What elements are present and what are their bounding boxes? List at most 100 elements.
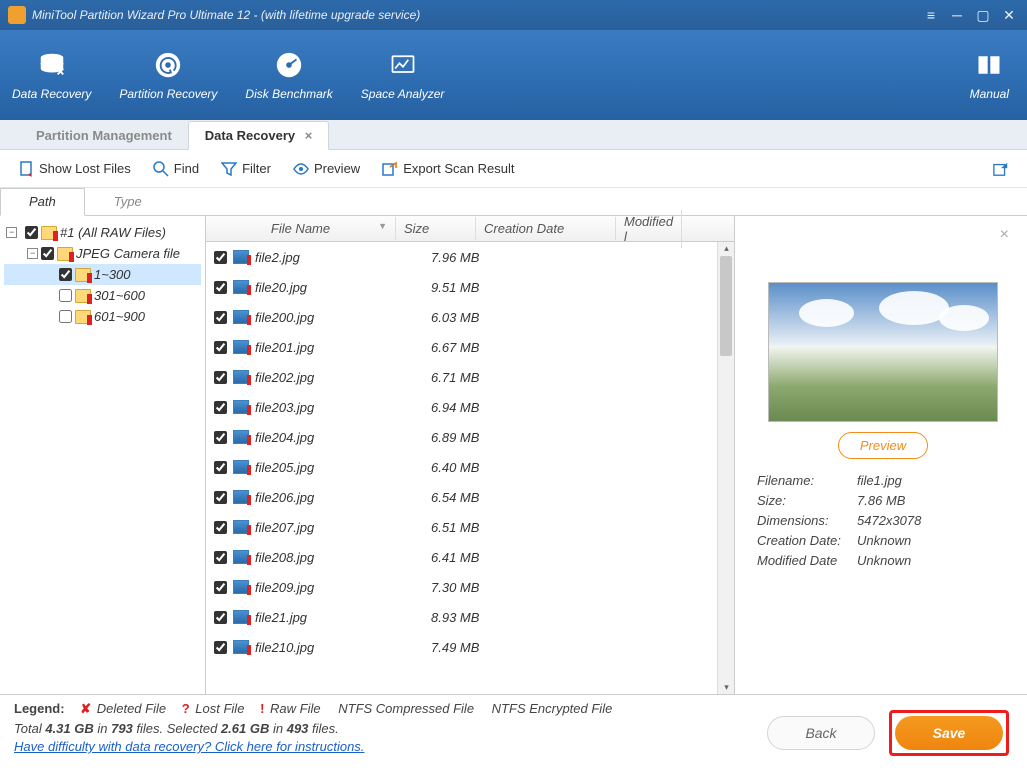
file-name: file204.jpg bbox=[255, 430, 431, 445]
table-row[interactable]: file21.jpg8.93 MB bbox=[206, 602, 717, 632]
tree-r2-checkbox[interactable] bbox=[59, 289, 72, 302]
action-bar: Show Lost Files Find Filter Preview Expo… bbox=[0, 150, 1027, 188]
tab-data-recovery[interactable]: Data Recovery × bbox=[188, 121, 330, 150]
partition-recovery-label: Partition Recovery bbox=[119, 87, 217, 101]
find-button[interactable]: Find bbox=[153, 161, 199, 177]
space-analyzer-button[interactable]: Space Analyzer bbox=[361, 49, 445, 101]
tree-r3-checkbox[interactable] bbox=[59, 310, 72, 323]
row-checkbox[interactable] bbox=[214, 491, 227, 504]
close-button[interactable]: ✕ bbox=[999, 5, 1019, 25]
tree-range-3[interactable]: 601~900 bbox=[4, 306, 201, 327]
file-icon bbox=[233, 460, 249, 474]
table-row[interactable]: file200.jpg6.03 MB bbox=[206, 302, 717, 332]
row-checkbox[interactable] bbox=[214, 461, 227, 474]
tree-root-label: #1 (All RAW Files) bbox=[60, 225, 166, 240]
preview-action-button[interactable]: Preview bbox=[293, 161, 360, 177]
row-checkbox[interactable] bbox=[214, 431, 227, 444]
lost-icon: ? bbox=[182, 701, 190, 716]
manual-label: Manual bbox=[970, 87, 1009, 101]
tree-jpeg[interactable]: − JPEG Camera file bbox=[4, 243, 201, 264]
row-checkbox[interactable] bbox=[214, 641, 227, 654]
col-size[interactable]: Size bbox=[396, 217, 476, 240]
legend: Legend: ✘ Deleted File ? Lost File ! Raw… bbox=[14, 701, 767, 717]
file-size: 6.41 MB bbox=[431, 550, 511, 565]
minimize-button[interactable]: ─ bbox=[947, 5, 967, 25]
filter-button[interactable]: Filter bbox=[221, 161, 271, 177]
table-row[interactable]: file208.jpg6.41 MB bbox=[206, 542, 717, 572]
menu-icon[interactable]: ≡ bbox=[921, 5, 941, 25]
row-checkbox[interactable] bbox=[214, 611, 227, 624]
table-row[interactable]: file206.jpg6.54 MB bbox=[206, 482, 717, 512]
help-link[interactable]: Have difficulty with data recovery? Clic… bbox=[14, 739, 767, 754]
table-row[interactable]: file210.jpg7.49 MB bbox=[206, 632, 717, 662]
table-row[interactable]: file209.jpg7.30 MB bbox=[206, 572, 717, 602]
row-checkbox[interactable] bbox=[214, 551, 227, 564]
row-checkbox[interactable] bbox=[214, 251, 227, 264]
row-checkbox[interactable] bbox=[214, 581, 227, 594]
tree-root-checkbox[interactable] bbox=[25, 226, 38, 239]
tree-range-2[interactable]: 301~600 bbox=[4, 285, 201, 306]
back-button[interactable]: Back bbox=[767, 716, 875, 750]
tree-jpeg-checkbox[interactable] bbox=[41, 247, 54, 260]
table-row[interactable]: file202.jpg6.71 MB bbox=[206, 362, 717, 392]
manual-icon bbox=[973, 49, 1005, 81]
footer: Legend: ✘ Deleted File ? Lost File ! Raw… bbox=[0, 694, 1027, 770]
table-row[interactable]: file204.jpg6.89 MB bbox=[206, 422, 717, 452]
tree-range-1[interactable]: 1~300 bbox=[4, 264, 201, 285]
manual-button[interactable]: Manual bbox=[970, 49, 1009, 101]
row-checkbox[interactable] bbox=[214, 281, 227, 294]
meta-dim-val: 5472x3078 bbox=[857, 513, 921, 528]
data-recovery-button[interactable]: Data Recovery bbox=[12, 49, 91, 101]
row-checkbox[interactable] bbox=[214, 311, 227, 324]
eye-icon bbox=[293, 161, 309, 177]
file-size: 6.67 MB bbox=[431, 340, 511, 355]
partition-recovery-button[interactable]: Partition Recovery bbox=[119, 49, 217, 101]
table-row[interactable]: file20.jpg9.51 MB bbox=[206, 272, 717, 302]
scroll-down-icon[interactable]: ▾ bbox=[721, 682, 732, 693]
export-button[interactable]: Export Scan Result bbox=[382, 161, 514, 177]
col-creation-date[interactable]: Creation Date bbox=[476, 217, 616, 240]
row-checkbox[interactable] bbox=[214, 341, 227, 354]
table-row[interactable]: file201.jpg6.67 MB bbox=[206, 332, 717, 362]
preview-button[interactable]: Preview bbox=[838, 432, 928, 459]
folder-icon bbox=[57, 247, 73, 261]
tab-data-recovery-label: Data Recovery bbox=[205, 128, 295, 143]
show-lost-files-button[interactable]: Show Lost Files bbox=[18, 161, 131, 177]
tree-root[interactable]: − #1 (All RAW Files) bbox=[4, 222, 201, 243]
collapse-icon[interactable]: − bbox=[6, 227, 17, 238]
table-row[interactable]: file207.jpg6.51 MB bbox=[206, 512, 717, 542]
meta-filename-val: file1.jpg bbox=[857, 473, 902, 488]
table-row[interactable]: file2.jpg7.96 MB bbox=[206, 242, 717, 272]
row-checkbox[interactable] bbox=[214, 371, 227, 384]
tree-panel: − #1 (All RAW Files) − JPEG Camera file … bbox=[0, 216, 206, 694]
meta-size-key: Size: bbox=[757, 493, 857, 508]
col-filename[interactable]: File Name▼ bbox=[206, 217, 396, 240]
file-icon bbox=[233, 520, 249, 534]
share-button[interactable] bbox=[993, 161, 1009, 177]
scroll-thumb[interactable] bbox=[720, 256, 732, 356]
table-row[interactable]: file203.jpg6.94 MB bbox=[206, 392, 717, 422]
tab-close-icon[interactable]: × bbox=[305, 128, 313, 143]
disk-benchmark-button[interactable]: Disk Benchmark bbox=[245, 49, 332, 101]
meta-cdate-val: Unknown bbox=[857, 533, 911, 548]
file-name: file207.jpg bbox=[255, 520, 431, 535]
save-button[interactable]: Save bbox=[895, 716, 1003, 750]
filter-icon bbox=[221, 161, 237, 177]
row-checkbox[interactable] bbox=[214, 401, 227, 414]
row-checkbox[interactable] bbox=[214, 521, 227, 534]
maximize-button[interactable]: ▢ bbox=[973, 5, 993, 25]
save-highlight: Save bbox=[889, 710, 1009, 756]
tab-type[interactable]: Type bbox=[85, 188, 171, 215]
tab-partition-management[interactable]: Partition Management bbox=[20, 122, 188, 149]
collapse-icon[interactable]: − bbox=[27, 248, 38, 259]
data-recovery-label: Data Recovery bbox=[12, 87, 91, 101]
scroll-up-icon[interactable]: ▴ bbox=[721, 243, 732, 254]
preview-close-icon[interactable]: × bbox=[1000, 226, 1009, 244]
tab-path[interactable]: Path bbox=[0, 188, 85, 216]
tree-r1-checkbox[interactable] bbox=[59, 268, 72, 281]
file-icon bbox=[233, 400, 249, 414]
scrollbar[interactable]: ▴ ▾ bbox=[717, 242, 734, 694]
file-icon bbox=[233, 340, 249, 354]
table-row[interactable]: file205.jpg6.40 MB bbox=[206, 452, 717, 482]
file-rows: file2.jpg7.96 MBfile20.jpg9.51 MBfile200… bbox=[206, 242, 717, 694]
